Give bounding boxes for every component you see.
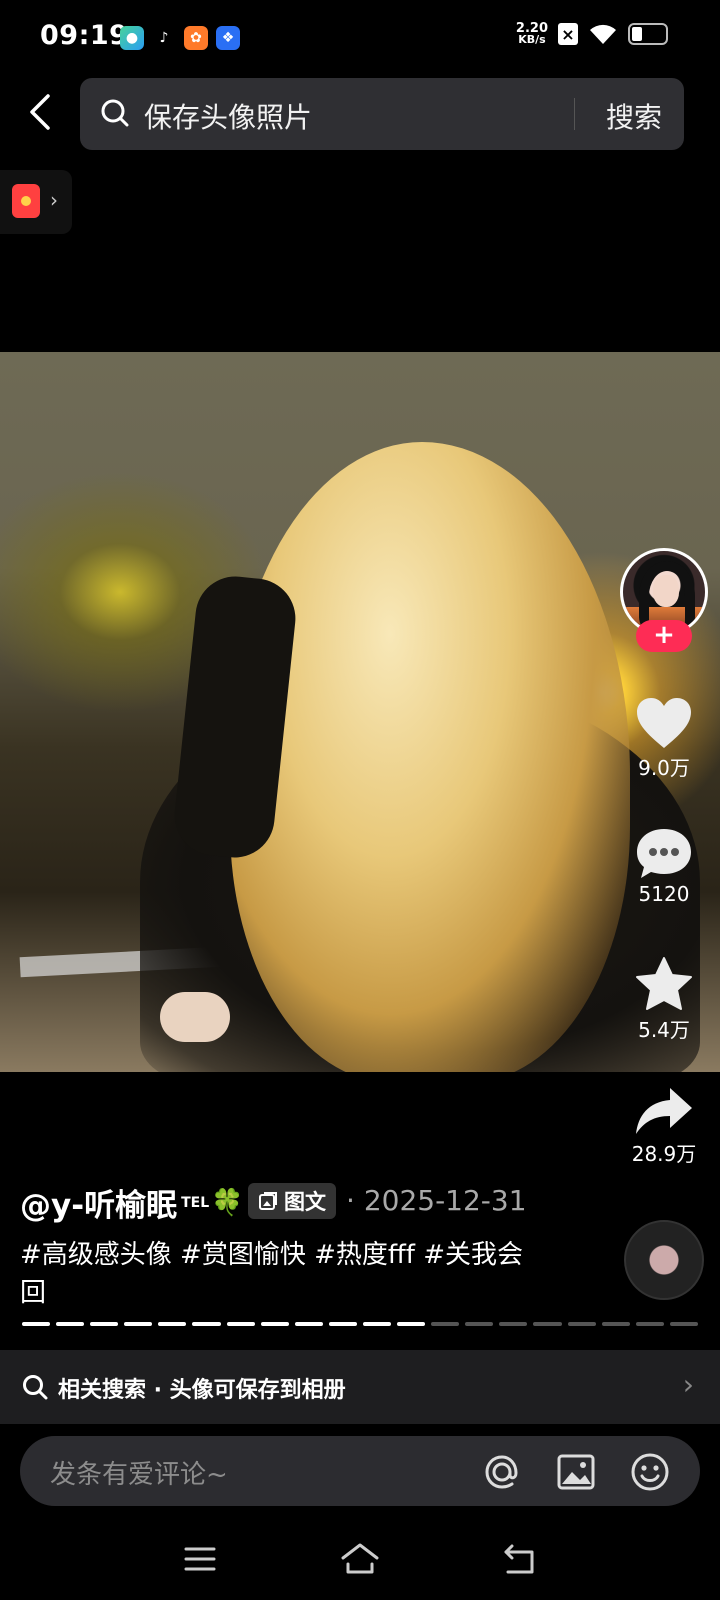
- related-search-label[interactable]: 相关搜索 · 头像可保存到相册: [58, 1372, 346, 1404]
- back-button[interactable]: [22, 92, 62, 132]
- image-icon: [259, 1192, 277, 1210]
- favorite-button[interactable]: 5.4万: [614, 956, 714, 1043]
- no-sim-icon: ×: [558, 23, 578, 45]
- pager-dash: [328, 1322, 357, 1326]
- clover-emoji: 🍀: [211, 1187, 244, 1218]
- search-button[interactable]: 搜索: [606, 96, 662, 136]
- search-icon: [23, 1375, 48, 1400]
- home-icon[interactable]: [340, 1542, 380, 1576]
- music-disc[interactable]: [624, 1220, 704, 1300]
- chevron-left-icon: [30, 94, 50, 130]
- notification-icons: ● ♪ ✿ ❖: [120, 26, 240, 50]
- post-type-tag: 图文: [248, 1183, 336, 1219]
- author-handle[interactable]: @y-听榆眠: [20, 1180, 177, 1225]
- pager-dash: [22, 1322, 51, 1326]
- post-date: · 2025-12-31: [346, 1184, 527, 1217]
- comment-input[interactable]: 发条有爱评论~: [20, 1436, 700, 1506]
- pager-dash: [669, 1322, 698, 1326]
- battery-icon: [628, 23, 668, 45]
- avatar-face: [653, 575, 679, 607]
- pager-dash: [362, 1322, 392, 1326]
- pager-dash: [90, 1322, 119, 1326]
- comment-placeholder[interactable]: 发条有爱评论~: [50, 1454, 228, 1491]
- emoji-icon[interactable]: [630, 1452, 670, 1492]
- green-app-icon: ●: [120, 26, 144, 50]
- image-picker-icon[interactable]: [556, 1452, 596, 1492]
- pager-dash: [567, 1322, 596, 1326]
- network-speed-unit: KB/s: [518, 33, 546, 46]
- like-button[interactable]: 9.0万: [614, 696, 714, 781]
- comment-icon: [637, 829, 691, 878]
- pager-dash: [294, 1322, 323, 1326]
- search-divider: [574, 98, 575, 130]
- related-search-bar[interactable]: 相关搜索 · 头像可保存到相册 ›: [0, 1350, 720, 1424]
- author-badge: TEL: [181, 1194, 210, 1211]
- person-hair: [230, 442, 630, 1072]
- status-indicators: 2.20 KB/s ×: [516, 22, 668, 46]
- pager-dash: [124, 1322, 153, 1326]
- post-image[interactable]: [0, 352, 720, 1072]
- image-pager: [22, 1322, 698, 1326]
- pager-dash: [431, 1322, 460, 1326]
- status-bar: 09:19 ● ♪ ✿ ❖ 2.20 KB/s ×: [0, 0, 720, 76]
- comment-button[interactable]: 5120: [614, 826, 714, 906]
- system-nav-bar: [0, 1520, 720, 1600]
- pager-dash: [465, 1322, 494, 1326]
- clock: 09:19: [40, 20, 129, 51]
- back-nav-icon[interactable]: [502, 1542, 538, 1576]
- network-speed: 2.20 KB/s: [516, 22, 548, 46]
- search-input[interactable]: 保存头像照片 搜索: [80, 78, 684, 150]
- pager-dash: [533, 1322, 562, 1326]
- pager-dash: [397, 1322, 426, 1326]
- star-icon: [636, 957, 692, 1010]
- orange-app-icon: ✿: [184, 26, 208, 50]
- person-hand: [160, 992, 230, 1042]
- pager-dash: [158, 1322, 187, 1326]
- follow-button[interactable]: +: [636, 620, 692, 652]
- search-icon: [101, 99, 129, 127]
- pager-dash: [56, 1322, 85, 1326]
- chevron-right-icon: ›: [682, 1368, 694, 1401]
- share-arrow-icon: [636, 1088, 692, 1134]
- favorite-count: 5.4万: [638, 1018, 690, 1042]
- share-button[interactable]: 28.9万: [614, 1086, 714, 1167]
- post-type-label: 图文: [284, 1190, 326, 1214]
- date-separator: ·: [346, 1184, 355, 1217]
- at-mention-icon[interactable]: [482, 1452, 522, 1492]
- red-packet-entry[interactable]: ›: [0, 170, 72, 234]
- pager-dash: [635, 1322, 664, 1326]
- author-name[interactable]: @y-听榆眠 TEL 🍀: [20, 1180, 244, 1225]
- baidu-icon: ❖: [216, 26, 240, 50]
- pager-dash: [226, 1322, 255, 1326]
- search-query-text[interactable]: 保存头像照片: [144, 96, 312, 136]
- post-date-value: 2025-12-31: [363, 1184, 527, 1217]
- like-count: 9.0万: [638, 756, 690, 780]
- comment-count: 5120: [638, 882, 690, 906]
- menu-icon[interactable]: [183, 1542, 217, 1576]
- heart-icon: [637, 698, 691, 748]
- pager-dash: [601, 1322, 630, 1326]
- chevron-right-icon: ›: [50, 188, 58, 212]
- share-count: 28.9万: [631, 1142, 697, 1166]
- pager-dash: [192, 1322, 221, 1326]
- post-caption[interactable]: #高级感头像 #赏图愉快 #热度fff #关我会回: [20, 1236, 540, 1312]
- red-envelope-icon: [12, 184, 40, 218]
- pager-dash: [499, 1322, 528, 1326]
- pager-dash: [260, 1322, 289, 1326]
- tiktok-icon: ♪: [152, 26, 176, 50]
- wifi-icon: [590, 24, 616, 44]
